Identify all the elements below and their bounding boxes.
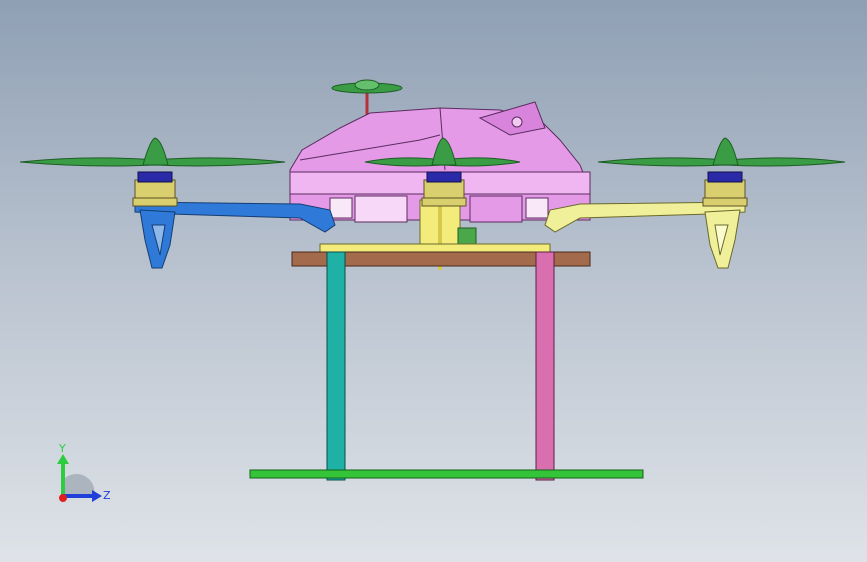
quadcopter-model[interactable] — [0, 0, 867, 562]
motor-right[interactable] — [702, 171, 748, 207]
orientation-triad: Y Z — [57, 442, 111, 502]
propeller-left[interactable] — [19, 137, 286, 167]
y-axis-label: Y — [58, 442, 66, 455]
landing-skid[interactable] — [249, 469, 644, 479]
motor-center[interactable] — [421, 171, 467, 207]
propeller-right[interactable] — [597, 137, 846, 167]
cad-viewport[interactable]: Y Z — [0, 0, 867, 562]
motor-left[interactable] — [132, 171, 178, 207]
z-axis-label: Z — [103, 489, 111, 502]
origin-dot — [59, 494, 67, 502]
landing-leg-right[interactable] — [535, 251, 555, 481]
landing-leg-left[interactable] — [326, 251, 346, 481]
